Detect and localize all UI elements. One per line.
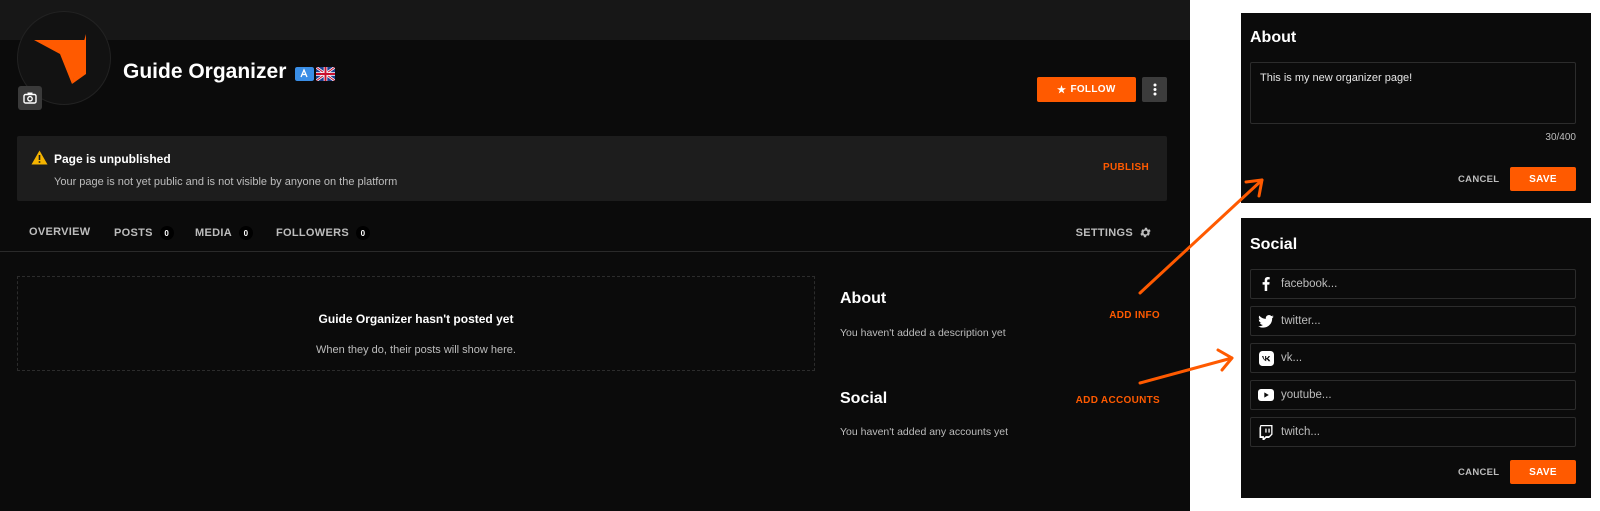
tab-count: 0 xyxy=(159,226,174,240)
twitter-input[interactable]: twitter... xyxy=(1250,306,1576,336)
change-avatar-button[interactable] xyxy=(18,86,42,110)
tab-count: 0 xyxy=(355,226,370,240)
empty-state-title: Guide Organizer hasn't posted yet xyxy=(318,312,514,326)
uk-flag-icon xyxy=(316,67,335,81)
social-title: Social xyxy=(840,390,888,407)
follow-button[interactable]: FOLLOW xyxy=(1037,77,1136,102)
camera-icon xyxy=(23,92,37,104)
tab-label: MEDIA xyxy=(195,227,232,239)
tab-media[interactable]: MEDIA 0 xyxy=(195,226,253,240)
tab-label: POSTS xyxy=(114,227,153,239)
social-empty-text: You haven't added any accounts yet xyxy=(840,426,1008,438)
tab-followers[interactable]: FOLLOWERS 0 xyxy=(276,226,370,240)
vk-placeholder: vk... xyxy=(1281,352,1303,364)
facebook-placeholder: facebook... xyxy=(1281,278,1338,290)
vk-icon xyxy=(1258,350,1274,366)
settings-label: SETTINGS xyxy=(1075,226,1133,239)
youtube-icon xyxy=(1258,389,1274,401)
youtube-input[interactable]: youtube... xyxy=(1250,380,1576,410)
tab-count: 0 xyxy=(238,226,253,240)
cover-banner xyxy=(0,0,1190,40)
facebook-input[interactable]: facebook... xyxy=(1250,269,1576,299)
twitch-icon xyxy=(1259,424,1273,440)
vk-input[interactable]: vk... xyxy=(1250,343,1576,373)
social-save-button[interactable]: SAVE xyxy=(1510,460,1576,484)
twitter-placeholder: twitter... xyxy=(1281,315,1321,327)
empty-state-description: When they do, their posts will show here… xyxy=(316,344,516,356)
facebook-icon xyxy=(1262,277,1270,291)
add-accounts-button[interactable]: ADD ACCOUNTS xyxy=(1076,395,1160,406)
star-icon xyxy=(1057,85,1067,94)
tab-label: FOLLOWERS xyxy=(276,227,349,239)
verified-badge-icon xyxy=(295,67,314,81)
gear-icon xyxy=(1140,227,1151,238)
add-info-button[interactable]: ADD INFO xyxy=(1109,310,1160,321)
tab-label: OVERVIEW xyxy=(29,226,91,238)
organizer-name: Guide Organizer xyxy=(123,60,287,83)
social-cancel-button[interactable]: CANCEL xyxy=(1458,467,1499,478)
about-empty-text: You haven't added a description yet xyxy=(840,327,1006,339)
notice-title: Page is unpublished xyxy=(54,152,171,166)
twitch-placeholder: twitch... xyxy=(1281,426,1320,438)
tab-posts[interactable]: POSTS 0 xyxy=(114,226,174,240)
notice-description: Your page is not yet public and is not v… xyxy=(54,176,398,188)
about-title: About xyxy=(840,290,887,307)
social-edit-panel: Social facebook... twitter... vk... yout… xyxy=(1241,218,1591,498)
logo-icon xyxy=(34,34,86,84)
follow-label: FOLLOW xyxy=(1070,84,1116,95)
youtube-placeholder: youtube... xyxy=(1281,389,1332,401)
more-options-button[interactable] xyxy=(1142,77,1167,102)
character-counter: 30/400 xyxy=(1545,132,1576,143)
canvas: Guide Organizer FOLLOW Page is unpublish… xyxy=(0,0,1600,511)
more-vertical-icon xyxy=(1153,83,1156,96)
warning-icon xyxy=(31,150,48,165)
about-cancel-button[interactable]: CANCEL xyxy=(1458,174,1499,185)
publish-button[interactable]: PUBLISH xyxy=(1103,162,1149,173)
settings-button[interactable]: SETTINGS xyxy=(1076,226,1152,239)
organizer-page: Guide Organizer FOLLOW Page is unpublish… xyxy=(0,0,1190,511)
about-description-input[interactable]: This is my new organizer page! xyxy=(1250,62,1576,124)
about-edit-panel: About This is my new organizer page! 30/… xyxy=(1241,13,1591,203)
unpublished-notice: Page is unpublished Your page is not yet… xyxy=(17,136,1167,201)
about-panel-title: About xyxy=(1250,29,1297,46)
twitch-input[interactable]: twitch... xyxy=(1250,417,1576,447)
about-save-button[interactable]: SAVE xyxy=(1510,167,1576,191)
social-panel-title: Social xyxy=(1250,236,1298,253)
page-tabs: OVERVIEW POSTS 0 MEDIA 0 FOLLOWERS 0 xyxy=(0,222,1190,252)
posts-empty-state: Guide Organizer hasn't posted yet When t… xyxy=(17,276,815,371)
tab-overview[interactable]: OVERVIEW xyxy=(29,226,91,238)
twitter-icon xyxy=(1258,314,1274,328)
badges xyxy=(295,67,335,81)
